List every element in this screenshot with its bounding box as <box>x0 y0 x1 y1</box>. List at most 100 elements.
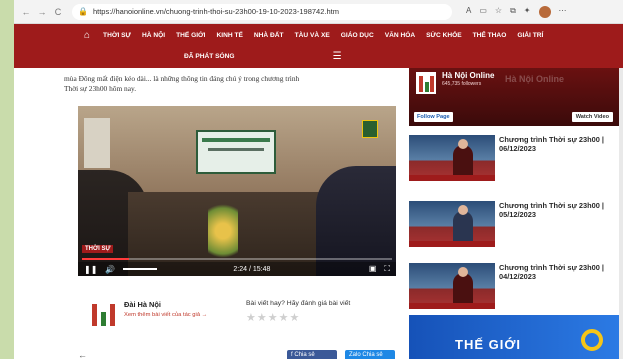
logo-bar-3 <box>110 304 115 326</box>
rating-stars[interactable]: ★★★★★ <box>246 311 350 324</box>
lead-line-2: Thời sự 23h00 hôm nay. <box>64 84 137 93</box>
news-item[interactable]: Chương trình Thời sự 23h00 | 04/12/2023 <box>409 263 623 309</box>
fb-followers: 645,735 followers <box>442 81 482 87</box>
nav-row-main: ⌂ THỜI SỰ HÀ NỘI THẾ GIỚI KINH TẾ NHÀ ĐẤ… <box>14 24 623 46</box>
video-frame-window <box>84 118 110 168</box>
logo-bar-2 <box>101 312 106 326</box>
news-thumbnail[interactable] <box>409 135 495 181</box>
video-player[interactable]: THỜI SỰ ❚❚ 🔊 2:24 / 15:48 ▣ ⛶ <box>78 106 396 276</box>
video-progress-bar[interactable] <box>82 258 392 260</box>
video-frame-screen <box>196 130 276 174</box>
nav-item-thoi-su[interactable]: THỜI SỰ <box>103 32 131 39</box>
fb-page-title[interactable]: Hà Nội Online <box>442 71 494 80</box>
world-banner-text: THẾ GIỚI <box>455 337 522 352</box>
nav-item-van-hoa[interactable]: VĂN HÓA <box>385 32 415 39</box>
volume-slider[interactable] <box>123 268 158 270</box>
thumb-band <box>409 241 495 247</box>
nav-item-nha-dat[interactable]: NHÀ ĐẤT <box>254 32 284 39</box>
video-progress-fill <box>82 258 130 260</box>
thumb-anchor-head <box>458 139 468 149</box>
background-strip <box>0 0 14 359</box>
browser-actions: A ▭ ☆ ⧉ ✦ ⋯ <box>466 5 567 18</box>
video-frame-screen-text <box>202 138 270 142</box>
thumb-band <box>409 175 495 181</box>
browser-toolbar: ← → C 🔒 https://hanoionline.vn/chuong-tr… <box>14 0 623 24</box>
reload-icon[interactable]: C <box>50 7 66 17</box>
nav-item-kinh-te[interactable]: KINH TẾ <box>217 32 243 39</box>
collections-icon[interactable]: ⧉ <box>510 6 516 18</box>
address-bar[interactable]: 🔒 https://hanoionline.vn/chuong-trinh-th… <box>72 3 452 20</box>
video-time: 2:24 / 15:48 <box>233 265 271 273</box>
rating-section: Bài viết hay? Hãy đánh giá bài viết ★★★★… <box>246 294 350 338</box>
page-content: ... ... ... ... mùa Đông mất điện kéo dà… <box>14 68 623 359</box>
ring-icon <box>581 329 603 351</box>
page-logo-bar-1 <box>419 76 423 92</box>
page-logo-bar-2 <box>425 82 429 92</box>
back-icon[interactable]: ← <box>18 7 34 17</box>
pip-icon[interactable]: ▣ <box>369 264 377 274</box>
zalo-share-button[interactable]: Zalo Chia sẻ <box>345 350 395 359</box>
volume-icon[interactable]: 🔊 <box>105 265 115 274</box>
channel-logo <box>362 120 378 138</box>
author-name[interactable]: Đài Hà Nội <box>124 300 234 309</box>
share-row: ← f Chia sẻ Zalo Chia sẻ <box>78 350 396 359</box>
video-controls-right: ▣ ⛶ <box>369 264 390 274</box>
sidebar-scrollbar[interactable] <box>619 68 623 359</box>
home-icon[interactable]: ⌂ <box>84 30 90 41</box>
forward-icon[interactable]: → <box>34 7 50 17</box>
profile-avatar[interactable] <box>538 5 551 18</box>
author-row: Đài Hà Nội Xem thêm bài viết của tác giả… <box>78 294 396 338</box>
news-title[interactable]: Chương trình Thời sự 23h00 | 06/12/2023 <box>499 135 623 153</box>
thumb-anchor-head <box>458 205 468 215</box>
back-arrow-icon[interactable]: ← <box>78 350 87 359</box>
page-logo-bar-3 <box>430 76 434 92</box>
news-thumbnail[interactable] <box>409 201 495 247</box>
video-frame-screen-text-2 <box>208 148 264 151</box>
nav-item-tau-va-xe[interactable]: TÀU VÀ XE <box>295 32 330 39</box>
article: ... ... ... ... mùa Đông mất điện kéo dà… <box>64 68 394 94</box>
read-aloud-icon[interactable]: A <box>466 6 471 18</box>
reader-icon[interactable]: ▭ <box>479 6 487 18</box>
news-title[interactable]: Chương trình Thời sự 23h00 | 04/12/2023 <box>499 263 623 281</box>
more-icon[interactable]: ⋯ <box>559 6 567 18</box>
site-navigation: ⌂ THỜI SỰ HÀ NỘI THẾ GIỚI KINH TẾ NHÀ ĐẤ… <box>14 24 623 68</box>
page-logo <box>416 72 436 94</box>
author-logo[interactable] <box>90 298 118 326</box>
video-frame-flowers <box>208 196 238 266</box>
watch-video-button[interactable]: Watch Video <box>571 112 613 122</box>
nav-item-giao-duc[interactable]: GIÁO DỤC <box>341 32 374 39</box>
nav-row-secondary: ĐÃ PHÁT SÓNG ☰ <box>14 46 623 66</box>
facebook-page-widget[interactable]: Hà Nội Online Hà Nội Online 645,735 foll… <box>409 68 623 126</box>
world-news-banner[interactable]: THẾ GIỚI <box>409 315 623 359</box>
pause-icon[interactable]: ❚❚ <box>84 265 97 274</box>
nav-item-the-thao[interactable]: THỂ THAO <box>473 32 507 39</box>
video-controls: ❚❚ 🔊 2:24 / 15:48 ▣ ⛶ <box>78 262 396 276</box>
favorites-icon[interactable]: ☆ <box>495 6 502 18</box>
lead-line-1: mùa Đông mất điện kéo dài... là những th… <box>64 74 300 83</box>
news-thumbnail[interactable] <box>409 263 495 309</box>
sidebar: Hà Nội Online Hà Nội Online 645,735 foll… <box>409 68 623 359</box>
lock-icon: 🔒 <box>78 7 88 16</box>
nav-item-da-phat-song[interactable]: ĐÃ PHÁT SÓNG <box>184 53 235 60</box>
rating-question: Bài viết hay? Hãy đánh giá bài viết <box>246 300 351 307</box>
nav-item-suc-khoe[interactable]: SỨC KHỎE <box>426 32 462 39</box>
facebook-share-button[interactable]: f Chia sẻ <box>287 350 337 359</box>
logo-bar-1 <box>92 304 97 326</box>
follow-page-button[interactable]: Follow Page <box>414 112 453 122</box>
fullscreen-icon[interactable]: ⛶ <box>384 264 390 274</box>
news-item[interactable]: Chương trình Thời sự 23h00 | 06/12/2023 <box>409 135 623 181</box>
author-more-link[interactable]: Xem thêm bài viết của tác giả → <box>124 312 234 318</box>
browser-window: ← → C 🔒 https://hanoionline.vn/chuong-tr… <box>14 0 623 359</box>
news-item[interactable]: Chương trình Thời sự 23h00 | 05/12/2023 <box>409 201 623 247</box>
nav-item-the-gioi[interactable]: THẾ GIỚI <box>176 32 205 39</box>
fb-watermark: Hà Nội Online <box>505 74 565 84</box>
author-info: Đài Hà Nội Xem thêm bài viết của tác giả… <box>124 294 234 338</box>
program-badge: THỜI SỰ <box>82 245 114 253</box>
thumb-anchor-head <box>458 267 468 277</box>
news-title[interactable]: Chương trình Thời sự 23h00 | 05/12/2023 <box>499 201 623 219</box>
article-lead: ... ... ... ... mùa Đông mất điện kéo dà… <box>64 68 394 94</box>
nav-item-ha-noi[interactable]: HÀ NỘI <box>142 32 165 39</box>
nav-item-giai-tri[interactable]: GIẢI TRÍ <box>517 32 543 39</box>
extensions-icon[interactable]: ✦ <box>524 6 531 18</box>
menu-icon[interactable]: ☰ <box>333 51 342 62</box>
